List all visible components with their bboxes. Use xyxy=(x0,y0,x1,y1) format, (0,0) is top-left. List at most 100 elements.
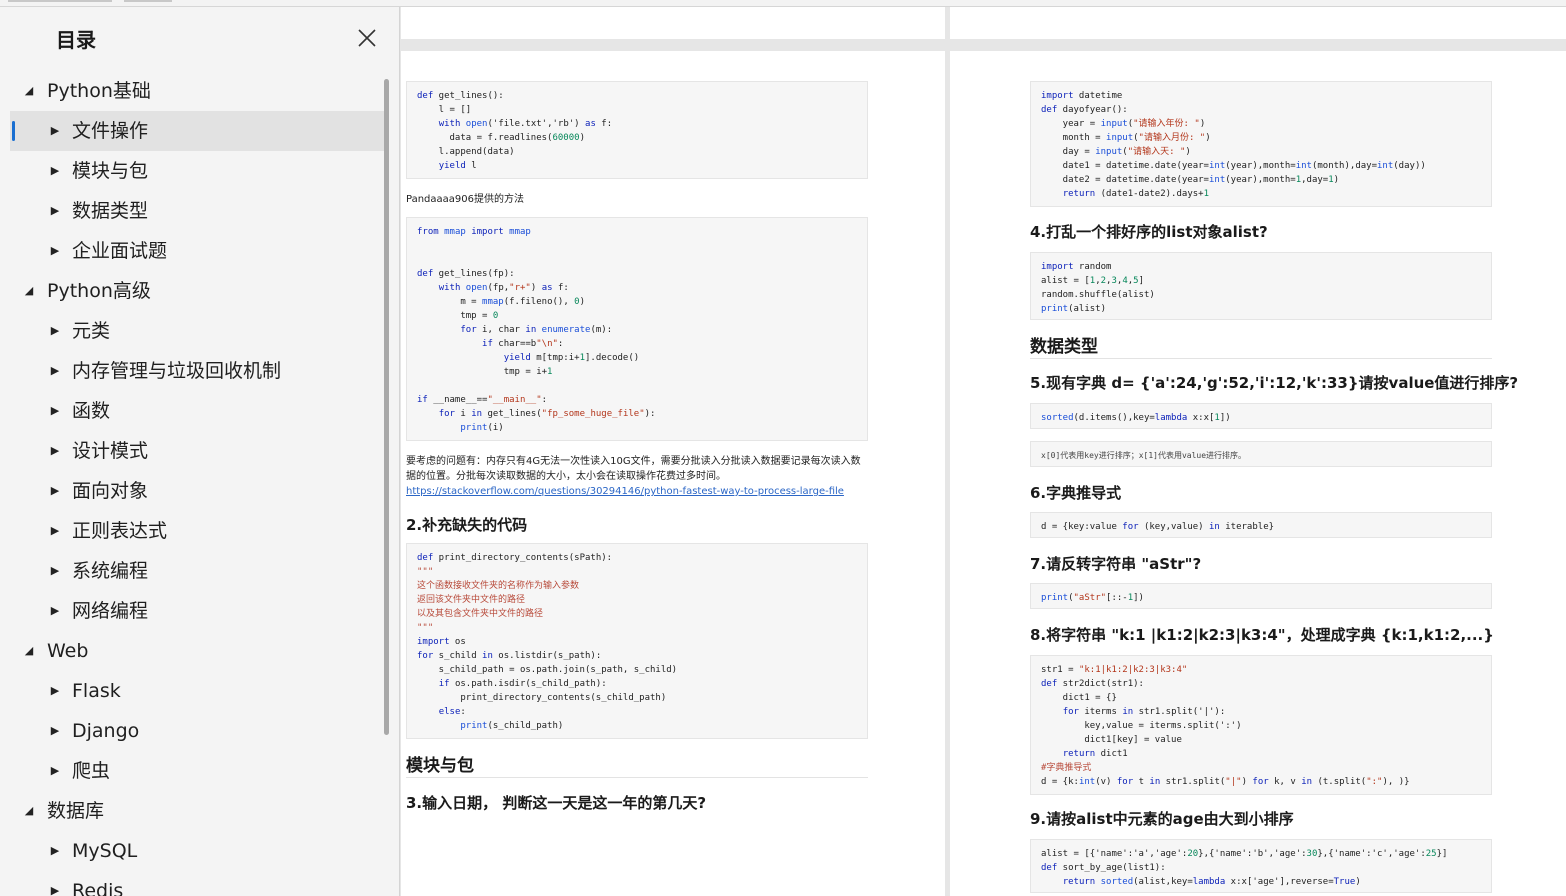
toc-item[interactable]: ▶ 面向对象 xyxy=(10,471,386,511)
close-icon[interactable] xyxy=(356,27,378,49)
window-top-bar xyxy=(0,0,1566,7)
toc-item-label: 元类 xyxy=(72,320,111,342)
toc-item[interactable]: ▶ 爬虫 xyxy=(10,751,386,791)
caret-expanded-icon[interactable]: ◢ xyxy=(22,791,36,831)
toc-item[interactable]: ▶ 正则表达式 xyxy=(10,511,386,551)
caret-right-icon[interactable]: ▶ xyxy=(48,111,62,151)
toc-item-label: 模块与包 xyxy=(72,160,149,182)
heading: 5.现有字典 d= {'a':24,'g':52,'i':12,'k':33}请… xyxy=(1030,374,1519,392)
toc-item-label: Web xyxy=(47,640,89,662)
reference-link[interactable]: https://stackoverflow.com/questions/3029… xyxy=(406,486,844,497)
toc-title: 目录 xyxy=(56,28,96,52)
toc-item[interactable]: ◢ Python基础 xyxy=(10,71,386,111)
caret-right-icon[interactable]: ▶ xyxy=(48,671,62,711)
caret-right-icon[interactable]: ▶ xyxy=(48,151,62,191)
caret-expanded-icon[interactable]: ◢ xyxy=(22,71,36,111)
tab-indicator[interactable] xyxy=(8,0,112,2)
heading: 9.请按alist中元素的age由大到小排序 xyxy=(1030,810,1294,828)
caret-expanded-icon[interactable]: ◢ xyxy=(22,631,36,671)
heading: 7.请反转字符串 "aStr"? xyxy=(1030,555,1202,573)
toc-item[interactable]: ▶ 数据类型 xyxy=(10,191,386,231)
paragraph-line: 据的位置。分批每次读取数据的大小，太小会在读取操作花费过多时间。 xyxy=(406,471,726,482)
tab-indicator[interactable] xyxy=(124,0,172,2)
toc-header: 目录 xyxy=(0,7,399,69)
caret-right-icon[interactable]: ▶ xyxy=(48,191,62,231)
document-viewer: def get_lines(): l = [] with open('file.… xyxy=(401,7,1566,896)
toc-item-label: 系统编程 xyxy=(72,560,149,582)
document-page-right: import datetime def dayofyear(): year = … xyxy=(950,51,1566,896)
divider xyxy=(406,777,868,778)
paragraph-line: 要考虑的问题有：内存只有4G无法一次性读入10G文件，需要分批读入分批读入数据要… xyxy=(406,456,861,467)
caret-right-icon[interactable]: ▶ xyxy=(48,431,62,471)
code-block: import datetime def dayofyear(): year = … xyxy=(1030,81,1492,207)
caret-right-icon[interactable]: ▶ xyxy=(48,831,62,871)
toc-item-label: 正则表达式 xyxy=(72,520,168,542)
toc-item-label: 网络编程 xyxy=(72,600,149,622)
toc-item-label: 爬虫 xyxy=(72,760,111,782)
toc-item[interactable]: ◢ 数据库 xyxy=(10,791,386,831)
divider xyxy=(1030,358,1492,359)
code-block: alist = [{'name':'a','age':20},{'name':'… xyxy=(1030,839,1492,893)
toc-item[interactable]: ▶ 函数 xyxy=(10,391,386,431)
code-block: d = {key:value for (key,value) in iterab… xyxy=(1030,512,1492,538)
heading: 6.字典推导式 xyxy=(1030,484,1122,502)
caret-right-icon[interactable]: ▶ xyxy=(48,551,62,591)
caret-right-icon[interactable]: ▶ xyxy=(48,751,62,791)
toc-scrollbar[interactable] xyxy=(384,79,389,735)
caret-right-icon[interactable]: ▶ xyxy=(48,231,62,271)
toc-item-label: Python高级 xyxy=(47,280,151,302)
toc-item-label: Django xyxy=(72,720,140,742)
caret-right-icon[interactable]: ▶ xyxy=(48,311,62,351)
toc-item-label: 面向对象 xyxy=(72,480,149,502)
paragraph: 要考虑的问题有：内存只有4G无法一次性读入10G文件，需要分批读入分批读入数据要… xyxy=(406,454,876,484)
toc-item-label: MySQL xyxy=(72,840,138,862)
toc-item-label: 设计模式 xyxy=(72,440,149,462)
toc-item-label: 企业面试题 xyxy=(72,240,168,262)
toc-item[interactable]: ▶ 元类 xyxy=(10,311,386,351)
code-block: str1 = "k:1|k1:2|k2:3|k3:4" def str2dict… xyxy=(1030,655,1492,795)
code-block: def get_lines(): l = [] with open('file.… xyxy=(406,81,868,179)
toc-item-label: 数据类型 xyxy=(72,200,149,222)
section-heading: 数据类型 xyxy=(1030,337,1098,357)
toc-item-label: 数据库 xyxy=(47,800,105,822)
code-note: x[0]代表用key进行排序；x[1]代表用value进行排序。 xyxy=(1030,441,1492,467)
heading: 8.将字符串 "k:1 |k1:2|k2:3|k3:4"，处理成字典 {k:1,… xyxy=(1030,626,1494,644)
toc-sidebar: 目录 ◢ Python基础 ▶ 文件操作 ▶ 模块与包 ▶ 数据类型 ▶ 企业面试题 ◢ Python… xyxy=(0,7,400,896)
caret-right-icon[interactable]: ▶ xyxy=(48,351,62,391)
caret-right-icon[interactable]: ▶ xyxy=(48,591,62,631)
code-block: def print_directory_contents(sPath): """… xyxy=(406,543,868,739)
caret-expanded-icon[interactable]: ◢ xyxy=(22,271,36,311)
code-block: print("aStr"[::-1]) xyxy=(1030,583,1492,609)
toc-item[interactable]: ▶ Django xyxy=(10,711,386,751)
toc-item[interactable]: ◢ Web xyxy=(10,631,386,671)
toc-item-label: 内存管理与垃圾回收机制 xyxy=(72,360,282,382)
toc-item[interactable]: ▶ 设计模式 xyxy=(10,431,386,471)
caret-right-icon[interactable]: ▶ xyxy=(48,471,62,511)
caret-right-icon[interactable]: ▶ xyxy=(48,511,62,551)
toc-item[interactable]: ▶ 系统编程 xyxy=(10,551,386,591)
toc-item-label: Python基础 xyxy=(47,80,151,102)
toc-item-label: 文件操作 xyxy=(72,120,149,142)
toc-item[interactable]: ▶ Flask xyxy=(10,671,386,711)
heading: 2.补充缺失的代码 xyxy=(406,516,528,534)
caret-right-icon[interactable]: ▶ xyxy=(48,391,62,431)
toc-item[interactable]: ▶ 网络编程 xyxy=(10,591,386,631)
toc-item-label: Flask xyxy=(72,680,121,702)
toc-item[interactable]: ▶ MySQL xyxy=(10,831,386,871)
heading: 4.打乱一个排好序的list对象alist? xyxy=(1030,223,1268,241)
section-heading: 模块与包 xyxy=(406,756,474,776)
toc-item[interactable]: ◢ Python高级 xyxy=(10,271,386,311)
document-page-left: def get_lines(): l = [] with open('file.… xyxy=(401,51,945,896)
toc-item[interactable]: ▶ 企业面试题 xyxy=(10,231,386,271)
paragraph: Pandaaaa906提供的方法 xyxy=(406,194,524,205)
caret-right-icon[interactable]: ▶ xyxy=(48,871,62,896)
toc-item[interactable]: ▶ Redis xyxy=(10,871,386,896)
toc-item[interactable]: ▶ 文件操作 xyxy=(10,111,386,151)
caret-right-icon[interactable]: ▶ xyxy=(48,711,62,751)
previous-page-strip xyxy=(401,7,945,39)
toc-list: ◢ Python基础 ▶ 文件操作 ▶ 模块与包 ▶ 数据类型 ▶ 企业面试题 ◢ Python高级 ▶… xyxy=(10,71,386,896)
code-block: sorted(d.items(),key=lambda x:x[1]) xyxy=(1030,403,1492,429)
toc-item[interactable]: ▶ 模块与包 xyxy=(10,151,386,191)
toc-item[interactable]: ▶ 内存管理与垃圾回收机制 xyxy=(10,351,386,391)
toc-item-label: 函数 xyxy=(72,400,111,422)
